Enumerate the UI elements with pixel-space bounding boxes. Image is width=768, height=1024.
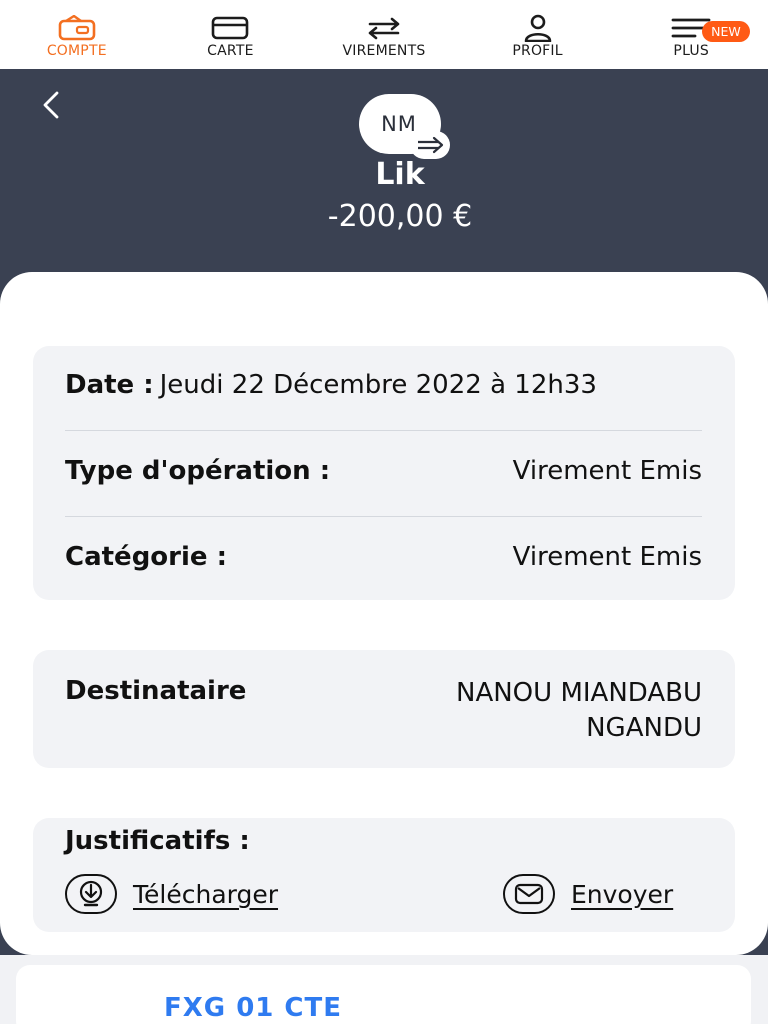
transaction-name: Lik (375, 157, 425, 192)
date-value: Jeudi 22 Décembre 2022 à 12h33 (159, 370, 597, 400)
recipient-name-line1: NANOU MIANDABU (456, 678, 702, 708)
nav-profil[interactable]: PROFIL (463, 0, 613, 69)
download-link[interactable]: Télécharger (133, 880, 278, 909)
top-navigation: COMPTE CARTE VIREMENTS PROFIL PLUS NEW (0, 0, 768, 69)
operation-details-card: Date : Jeudi 22 Décembre 2022 à 12h33 Ty… (33, 346, 735, 600)
recipient-label: Destinataire (65, 676, 247, 706)
nav-carte[interactable]: CARTE (155, 0, 305, 69)
new-badge: NEW (702, 21, 750, 42)
documents-card: Justificatifs : Télécharger Envoyer (33, 818, 735, 932)
nav-label: CARTE (207, 43, 254, 59)
user-icon (518, 14, 558, 42)
chevron-left-icon (39, 89, 63, 125)
divider (65, 430, 702, 431)
documents-title: Justificatifs : (65, 826, 250, 856)
nav-virements[interactable]: VIREMENTS (309, 0, 459, 69)
wallet-icon (57, 14, 97, 42)
nav-compte[interactable]: COMPTE (2, 0, 152, 69)
date-label: Date : (65, 370, 154, 400)
recipient-card: Destinataire NANOU MIANDABU NGANDU (33, 650, 735, 768)
transfer-arrows-icon (364, 14, 404, 42)
operation-type-label: Type d'opération : (65, 456, 331, 486)
card-icon (210, 14, 250, 42)
transaction-amount: -200,00 € (327, 199, 473, 234)
operation-type-row: Type d'opération : Virement Emis (65, 456, 702, 486)
category-row: Catégorie : Virement Emis (65, 542, 702, 572)
operation-type-value: Virement Emis (512, 456, 702, 486)
back-button[interactable] (34, 87, 68, 127)
category-label: Catégorie : (65, 542, 227, 572)
nav-label: PROFIL (512, 43, 563, 59)
recipient-name-line2: NGANDU (586, 713, 702, 743)
bottom-area: FXG 01 CTE (0, 955, 768, 1024)
category-value: Virement Emis (512, 542, 702, 572)
send-link[interactable]: Envoyer (571, 880, 673, 909)
outgoing-arrow-icon (410, 131, 450, 159)
send-button[interactable]: Envoyer (503, 874, 673, 914)
nav-label: COMPTE (46, 43, 107, 59)
details-sheet: Date : Jeudi 22 Décembre 2022 à 12h33 Ty… (0, 272, 768, 955)
avatar-initials: NM (381, 112, 417, 136)
download-icon (65, 874, 117, 914)
divider (65, 516, 702, 517)
bottom-card-text: FXG 01 CTE (164, 993, 343, 1023)
envelope-icon (503, 874, 555, 914)
download-button[interactable]: Télécharger (65, 874, 278, 914)
recipient-value: NANOU MIANDABU NGANDU (342, 676, 702, 746)
transaction-header: NM Lik -200,00 € (0, 69, 768, 284)
date-row: Date : Jeudi 22 Décembre 2022 à 12h33 (65, 370, 702, 400)
nav-plus[interactable]: PLUS NEW (616, 0, 766, 69)
nav-label: PLUS (673, 43, 709, 59)
bottom-card[interactable]: FXG 01 CTE (16, 965, 751, 1024)
nav-label: VIREMENTS (342, 43, 426, 59)
